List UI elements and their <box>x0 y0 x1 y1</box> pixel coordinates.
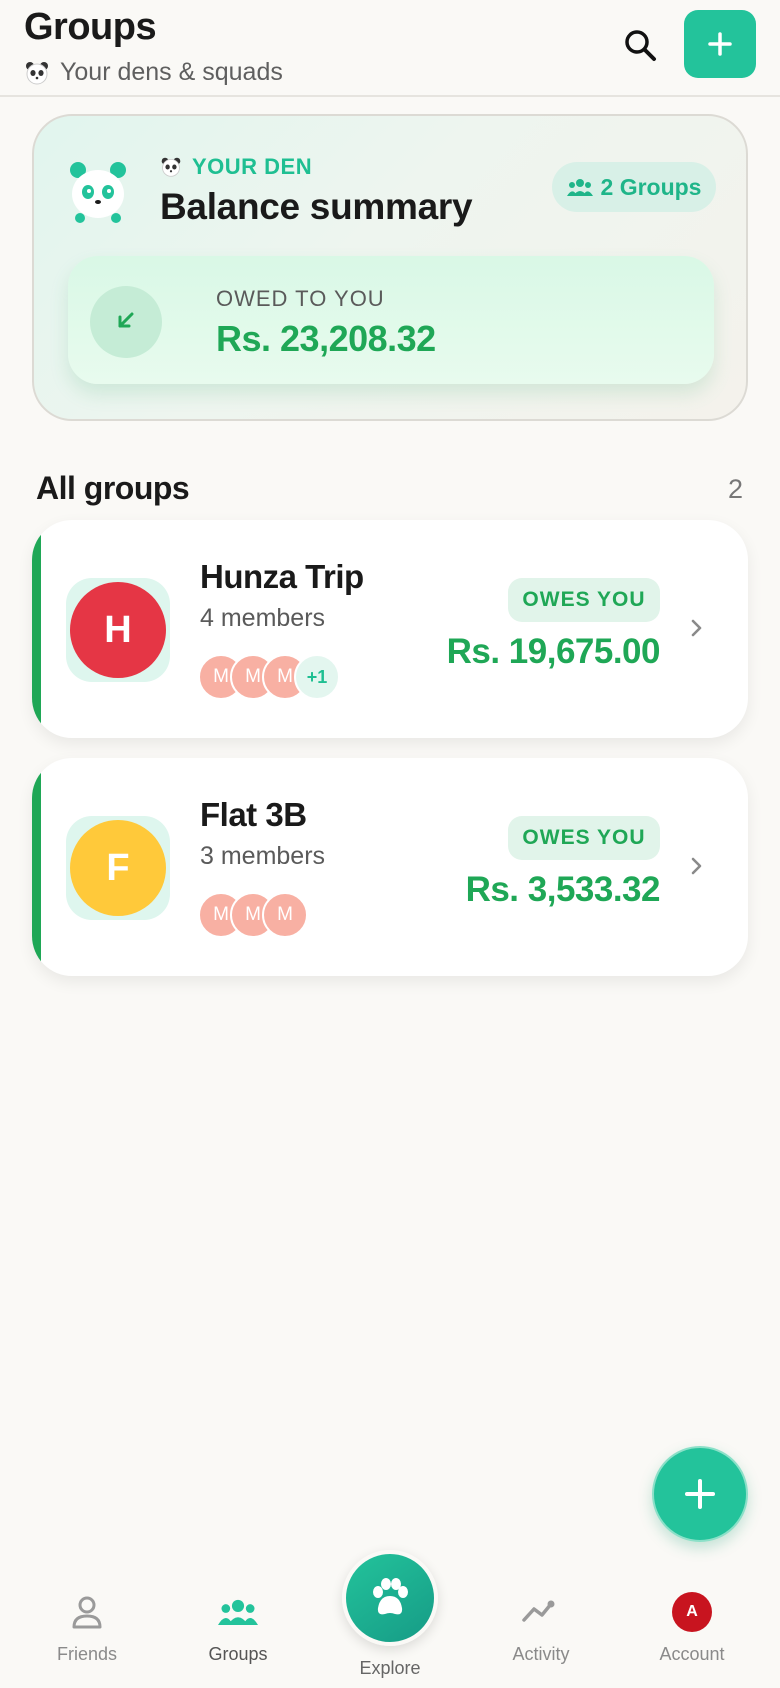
nav-label: Groups <box>208 1644 268 1664</box>
nav-explore-button[interactable] <box>342 1550 438 1646</box>
nav-activity[interactable]: Activity <box>476 1592 606 1665</box>
app-header: Groups Your dens & squads <box>0 0 780 97</box>
all-groups-heading: All groups <box>36 470 190 506</box>
account-avatar: A <box>672 1592 712 1632</box>
group-balance: Rs. 3,533.32 <box>465 870 661 909</box>
add-group-button[interactable] <box>684 10 756 78</box>
account-avatar-wrap: A <box>672 1592 712 1632</box>
people-icon <box>218 1592 258 1632</box>
nav-label-explore: Explore <box>359 1658 421 1678</box>
nav-label: Friends <box>56 1644 118 1664</box>
page-title: Groups <box>24 6 157 48</box>
group-avatar: H <box>70 582 166 678</box>
member-avatar-stack: M M M <box>198 892 308 940</box>
nav-account[interactable]: A Account <box>627 1592 757 1665</box>
nav-friends[interactable]: Friends <box>22 1592 152 1665</box>
nav-label: Account <box>659 1644 725 1664</box>
balance-summary-card: YOUR DEN Balance summary 2 Groups OWED T… <box>32 114 748 421</box>
member-avatar-stack: M M M +1 <box>198 654 340 702</box>
people-icon <box>566 179 593 196</box>
summary-title: Balance summary <box>160 186 473 227</box>
plus-icon <box>685 1479 715 1509</box>
plus-icon <box>708 32 732 56</box>
search-icon <box>625 30 656 61</box>
owed-label: OWED TO YOU <box>216 286 385 311</box>
all-groups-count: 2 <box>728 474 744 504</box>
incoming-arrow-icon <box>90 286 162 358</box>
owed-to-you-box: OWED TO YOU Rs. 23,208.32 <box>68 256 714 384</box>
status-badge: OWES YOU <box>508 816 660 860</box>
nav-label: Activity <box>512 1644 570 1664</box>
nav-groups[interactable]: Groups <box>173 1592 303 1665</box>
panda-icon <box>26 61 48 84</box>
den-label-text: YOUR DEN <box>192 154 313 179</box>
activity-chart-icon <box>521 1592 561 1632</box>
panda-icon <box>161 157 181 177</box>
group-card-flat-3b[interactable]: F Flat 3B 3 members M M M OWES YOU Rs. 3… <box>32 758 748 976</box>
panda-mascot-icon <box>70 162 126 223</box>
search-button[interactable] <box>615 20 665 70</box>
page-subtitle: Your dens & squads <box>24 58 283 87</box>
group-avatar-frame: F <box>66 816 170 920</box>
chevron-right-icon <box>691 857 702 875</box>
group-name: Hunza Trip <box>200 558 364 595</box>
group-balance: Rs. 19,675.00 <box>446 632 661 671</box>
groups-count-badge[interactable]: 2 Groups <box>552 162 716 212</box>
person-icon <box>67 1592 107 1632</box>
chevron-right-icon <box>691 619 702 637</box>
owed-amount: Rs. 23,208.32 <box>216 318 436 359</box>
group-avatar: F <box>70 820 166 916</box>
den-label: YOUR DEN <box>160 154 312 180</box>
status-badge: OWES YOU <box>508 578 660 622</box>
subtitle-text: Your dens & squads <box>60 58 283 86</box>
paw-icon <box>373 1578 408 1615</box>
group-member-count: 3 members <box>200 842 326 870</box>
group-card-hunza-trip[interactable]: H Hunza Trip 4 members M M M +1 OWES YOU… <box>32 520 748 738</box>
status-stripe <box>32 758 41 976</box>
more-members-badge: +1 <box>294 654 340 700</box>
group-name: Flat 3B <box>200 796 307 833</box>
member-avatar: M <box>262 892 308 938</box>
group-member-count: 4 members <box>200 604 326 632</box>
floating-add-button[interactable] <box>652 1446 748 1542</box>
group-avatar-frame: H <box>66 578 170 682</box>
bottom-navigation: Friends Groups Explore Activity A Accoun… <box>0 1550 780 1688</box>
status-stripe <box>32 520 41 738</box>
groups-pill-label: 2 Groups <box>600 173 702 200</box>
